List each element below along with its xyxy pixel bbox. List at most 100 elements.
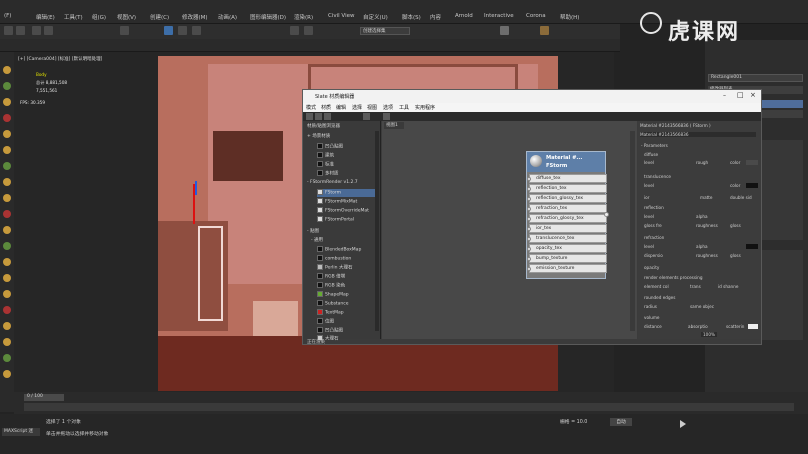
rotate-icon[interactable] (178, 26, 187, 35)
scattering-color-swatch[interactable] (748, 324, 758, 329)
timeline[interactable]: 0 / 100 (14, 392, 808, 414)
menu-item[interactable]: 组(G) (92, 13, 106, 21)
layout-icon[interactable] (383, 113, 390, 120)
menu-item[interactable]: Civil View (328, 13, 354, 19)
snap-icon[interactable] (290, 26, 299, 35)
browser-item[interactable]: Substance (317, 300, 349, 308)
sphere-icon[interactable] (3, 114, 11, 122)
sphere-icon[interactable] (3, 370, 11, 378)
sphere-icon[interactable] (3, 98, 11, 106)
graph-scrollbar[interactable] (630, 131, 635, 331)
minimize-icon[interactable]: – (723, 92, 726, 99)
viewport-label[interactable]: [+] [Camera004] [标准] [默认明暗处理] (18, 56, 102, 62)
node-header[interactable]: Material #... FStorm (527, 152, 605, 172)
delete-icon[interactable] (363, 113, 370, 120)
unlink-icon[interactable] (44, 26, 53, 35)
menu-item[interactable]: 创建(C) (150, 13, 169, 21)
browser-section[interactable]: - FStormRender v1.2.7 (307, 180, 358, 188)
track-bar[interactable] (24, 403, 794, 411)
sphere-icon[interactable] (3, 258, 11, 266)
menu-item[interactable]: (F) (4, 13, 11, 19)
scale-icon[interactable] (192, 26, 201, 35)
browser-item[interactable]: RGB 染色 (317, 282, 345, 290)
node-slot[interactable]: emission_texture (527, 264, 607, 273)
slate-menu-item[interactable]: 编辑 (336, 104, 346, 111)
maximize-icon[interactable]: □ (737, 91, 744, 99)
node-slot[interactable]: reflection_tex (527, 184, 607, 193)
angle-snap-icon[interactable] (304, 26, 313, 35)
slate-menu-item[interactable]: 选择 (352, 104, 362, 111)
node-slot[interactable]: diffuse_tex (527, 174, 607, 183)
browser-item[interactable]: combustion (317, 255, 351, 263)
menu-item[interactable]: 视图(V) (117, 13, 136, 21)
menu-item[interactable]: 帮助(H) (560, 13, 579, 21)
view-tab[interactable]: 视图1 (384, 122, 404, 129)
slate-menu-item[interactable]: 模式 (306, 104, 316, 111)
browser-item[interactable]: 标准 (317, 161, 334, 169)
slate-menu-item[interactable]: 工具 (399, 104, 409, 111)
browser-section[interactable]: - 通用 (311, 237, 323, 245)
sphere-icon[interactable] (3, 146, 11, 154)
slate-material-editor[interactable]: Slate 材质编辑器 – □ × 模式 材质 编辑 选择 视图 选项 工具 实… (302, 89, 762, 345)
sphere-icon[interactable] (3, 354, 11, 362)
material-name-field[interactable]: Material #2143566836 (640, 132, 756, 137)
node-slot[interactable]: ior_tex (527, 224, 607, 233)
time-slider[interactable]: 0 / 100 (24, 394, 64, 401)
browser-item[interactable]: Perlin 大理石 (317, 264, 352, 272)
node-view[interactable]: 视图1 Material #... FStorm diffuse_tex ref… (382, 121, 637, 339)
node-slot[interactable]: refraction_glossy_tex (527, 214, 607, 223)
browser-item[interactable]: TextMap (317, 309, 344, 317)
menu-item[interactable]: Arnold (455, 13, 473, 19)
auto-key-button[interactable]: 自动 (610, 418, 632, 426)
object-name-field[interactable]: Rectangle001 (708, 74, 803, 82)
browser-item[interactable]: 凹凸贴图 (317, 143, 343, 151)
output-socket[interactable] (604, 212, 609, 217)
slate-menu-item[interactable]: 材质 (321, 104, 331, 111)
menu-item[interactable]: 脚本(S) (402, 13, 421, 21)
browser-scrollbar[interactable] (375, 131, 379, 331)
link-icon[interactable] (32, 26, 41, 35)
menu-item[interactable]: 修改器(M) (182, 13, 208, 21)
browser-item[interactable]: 凹凸贴图 (317, 327, 343, 335)
menu-item[interactable]: Corona (526, 13, 546, 19)
undo-icon[interactable] (4, 26, 13, 35)
browser-item[interactable]: BlendedBoxMap (317, 246, 361, 254)
sphere-icon[interactable] (3, 306, 11, 314)
menu-item[interactable]: 动画(A) (218, 13, 237, 21)
browser-item[interactable]: RGB 倍增 (317, 273, 345, 281)
node-slot[interactable]: opacity_tex (527, 244, 607, 253)
browser-item[interactable]: FStormOverrideMat (317, 207, 369, 215)
maxscript-listener[interactable]: MAXScript 迷 (2, 428, 40, 436)
translucence-color-swatch[interactable] (746, 183, 758, 188)
refraction-color-swatch[interactable] (746, 244, 758, 249)
zoom-level[interactable]: 100% (701, 332, 717, 337)
close-icon[interactable]: × (750, 91, 756, 99)
sphere-icon[interactable] (3, 322, 11, 330)
material-editor-icon[interactable] (500, 26, 509, 35)
menu-item[interactable]: 图形编辑器(D) (250, 13, 286, 21)
browser-item[interactable]: FStormMixMat (317, 198, 357, 206)
pick-icon[interactable] (315, 113, 322, 120)
sphere-icon[interactable] (3, 130, 11, 138)
browser-item[interactable]: 建筑 (317, 152, 334, 160)
move-icon[interactable] (164, 26, 173, 35)
menu-item[interactable]: 编辑(E) (36, 13, 55, 21)
select-icon[interactable] (120, 26, 129, 35)
play-icon[interactable] (680, 420, 686, 428)
menu-item[interactable]: 自定义(U) (363, 13, 388, 21)
browser-item[interactable]: FStorm (317, 189, 375, 197)
slate-menu-item[interactable]: 视图 (367, 104, 377, 111)
sphere-icon[interactable] (3, 290, 11, 298)
menu-item[interactable]: 内容 (430, 13, 441, 21)
selection-set-dropdown[interactable]: 创建选择集 (360, 27, 410, 35)
menu-item[interactable]: 渲染(R) (294, 13, 313, 21)
diffuse-color-swatch[interactable] (746, 160, 758, 165)
node-slot[interactable]: translucence_tex (527, 234, 607, 243)
slate-menu-item[interactable]: 选项 (383, 104, 393, 111)
sphere-icon[interactable] (3, 82, 11, 90)
node-slot[interactable]: bump_texture (527, 254, 607, 263)
browser-item[interactable]: FStormPortal (317, 216, 354, 224)
sphere-icon[interactable] (3, 338, 11, 346)
sphere-icon[interactable] (3, 274, 11, 282)
menu-item[interactable]: Interactive (484, 13, 514, 19)
